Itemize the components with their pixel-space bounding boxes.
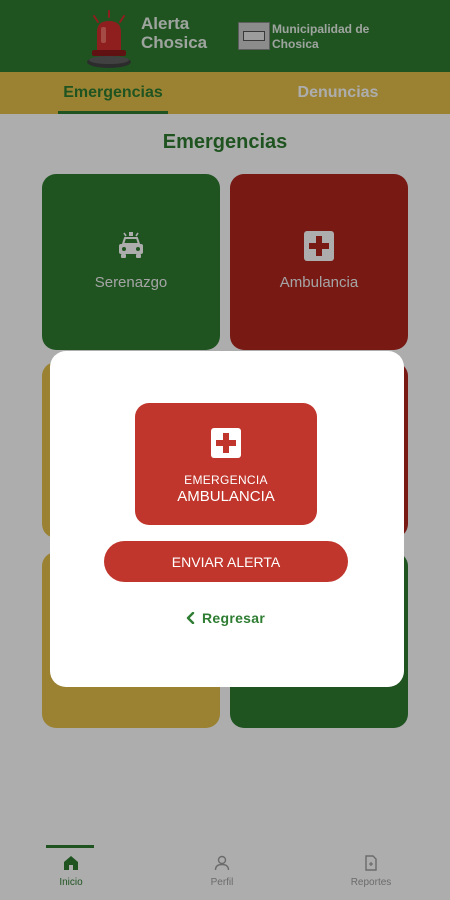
back-link[interactable]: Regresar xyxy=(186,608,265,628)
emergency-type-card: EMERGENCIA AMBULANCIA xyxy=(135,403,317,525)
medical-cross-icon xyxy=(211,428,241,458)
back-link-label: Regresar xyxy=(202,610,266,626)
alert-modal: EMERGENCIA AMBULANCIA ENVIAR ALERTA Regr… xyxy=(50,351,404,687)
emergency-label: EMERGENCIA xyxy=(184,473,268,487)
chevron-left-icon xyxy=(186,612,195,624)
send-alert-button[interactable]: ENVIAR ALERTA xyxy=(104,541,348,582)
emergency-type: AMBULANCIA xyxy=(177,488,275,505)
